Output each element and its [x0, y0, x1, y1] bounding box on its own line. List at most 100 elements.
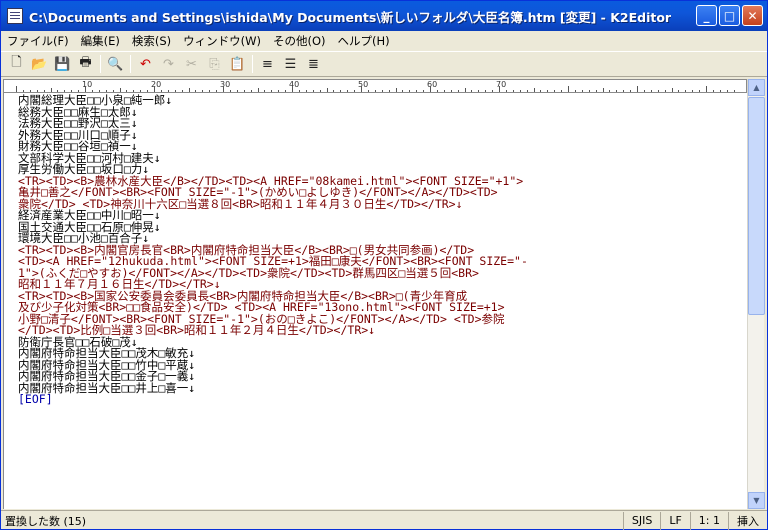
status-encoding: SJIS: [622, 511, 660, 530]
ruler-tick: [154, 86, 155, 92]
print-icon[interactable]: 🖶: [74, 53, 97, 75]
title-bar[interactable]: C:\Documents and Settings\ishida\My Docu…: [1, 1, 767, 31]
minimize-button[interactable]: _: [696, 5, 717, 26]
ruler-tick: [733, 90, 735, 92]
ruler-tick: [50, 88, 52, 92]
ruler-tick: [609, 90, 611, 92]
ruler-tick: [98, 90, 100, 92]
ruler-tick: [216, 90, 218, 92]
ruler-tick: [464, 88, 466, 92]
copy-icon[interactable]: ⎘: [203, 53, 226, 75]
ruler-tick: [126, 90, 128, 92]
ruler-tick: [133, 90, 135, 92]
vertical-scrollbar[interactable]: ▲ ▼: [747, 79, 765, 509]
undo-icon[interactable]: ↶: [134, 53, 157, 75]
ruler-tick: [664, 90, 666, 92]
ruler-tick: [209, 90, 211, 92]
ruler-tick: [450, 90, 452, 92]
ruler-label: 30: [220, 80, 231, 89]
ruler-tick: [533, 88, 535, 92]
cut-icon[interactable]: ✂: [180, 53, 203, 75]
ruler-tick: [547, 90, 549, 92]
ruler-tick: [160, 90, 162, 92]
ruler-tick: [16, 86, 17, 92]
ruler-tick: [374, 90, 376, 92]
ruler-tick: [250, 90, 252, 92]
ruler-tick: [347, 90, 349, 92]
ruler-tick: [436, 90, 438, 92]
ruler-tick: [340, 90, 342, 92]
menu-bar: ファイル(F) 編集(E) 検索(S) ウィンドウ(W) その他(O) ヘルプ(…: [1, 31, 767, 51]
ruler-tick: [588, 90, 590, 92]
status-newline: LF: [660, 511, 689, 530]
ruler-tick: [423, 90, 425, 92]
ruler-label: 40: [289, 80, 300, 89]
ruler-tick: [381, 90, 383, 92]
ruler-tick: [643, 90, 645, 92]
ruler-tick: [512, 90, 514, 92]
scroll-down-icon[interactable]: ▼: [748, 492, 765, 509]
ruler-tick: [195, 90, 197, 92]
align-center-icon[interactable]: ☰: [279, 53, 302, 75]
menu-window[interactable]: ウィンドウ(W): [177, 33, 267, 49]
menu-help[interactable]: ヘルプ(H): [332, 33, 396, 49]
scroll-up-icon[interactable]: ▲: [748, 79, 765, 96]
ruler-tick: [388, 90, 390, 92]
search-icon[interactable]: 🔍: [104, 53, 127, 75]
ruler-tick: [181, 90, 183, 92]
save-icon[interactable]: 💾: [51, 53, 74, 75]
ruler-tick: [91, 90, 93, 92]
ruler-tick: [457, 90, 459, 92]
ruler-tick: [712, 90, 714, 92]
status-bar: 置換した数 (15) SJIS LF 1: 1 挿入: [1, 510, 767, 530]
menu-search[interactable]: 検索(S): [126, 33, 177, 49]
align-left-icon[interactable]: ≡: [256, 53, 279, 75]
ruler-tick: [112, 90, 114, 92]
ruler-tick: [540, 90, 542, 92]
paste-icon[interactable]: 📋: [226, 53, 249, 75]
ruler-tick: [678, 90, 680, 92]
ruler-tick: [443, 90, 445, 92]
ruler-tick: [147, 90, 149, 92]
ruler-tick: [485, 90, 487, 92]
ruler-tick: [188, 88, 190, 92]
ruler-tick: [595, 90, 597, 92]
ruler-tick: [305, 90, 307, 92]
menu-other[interactable]: その他(O): [267, 33, 332, 49]
scroll-thumb[interactable]: [748, 97, 765, 315]
text-line: 内閣府特命担当大臣□□井上□喜一↓: [18, 380, 196, 395]
app-icon[interactable]: [7, 8, 23, 24]
ruler-tick: [36, 90, 38, 92]
ruler-tick: [616, 90, 618, 92]
toolbar: 🗋 📂 💾 🖶 🔍 ↶ ↷ ✂ ⎘ 📋 ≡ ☰ ≣: [1, 51, 767, 77]
ruler-tick: [22, 90, 24, 92]
align-right-icon[interactable]: ≣: [302, 53, 325, 75]
ruler-tick: [202, 90, 204, 92]
ruler-tick: [278, 90, 280, 92]
ruler-tick: [561, 90, 563, 92]
menu-edit[interactable]: 編集(E): [75, 33, 126, 49]
ruler-tick: [719, 90, 721, 92]
open-folder-icon[interactable]: 📂: [28, 53, 51, 75]
ruler-tick: [581, 90, 583, 92]
ruler-tick: [57, 90, 59, 92]
ruler-tick: [257, 88, 259, 92]
ruler-label: 20: [151, 80, 162, 89]
ruler-tick: [243, 90, 245, 92]
ruler-tick: [416, 90, 418, 92]
menu-file[interactable]: ファイル(F): [1, 33, 75, 49]
ruler-tick: [499, 86, 500, 92]
ruler-tick: [229, 90, 231, 92]
ruler-tick: [623, 90, 625, 92]
ruler-tick: [271, 90, 273, 92]
new-file-icon[interactable]: 🗋: [5, 53, 28, 75]
column-ruler[interactable]: 10 20 30 40 50 60 70: [3, 79, 747, 93]
redo-icon[interactable]: ↷: [157, 53, 180, 75]
close-button[interactable]: ✕: [742, 5, 763, 26]
ruler-tick: [568, 86, 569, 92]
ruler-tick: [292, 86, 293, 92]
maximize-button[interactable]: □: [719, 5, 740, 26]
text-area[interactable]: 内閣総理大臣□□小泉□純一郎↓ 総務大臣□□麻生□太郎↓ 法務大臣□□野沢□太三↓ 外…: [3, 93, 747, 509]
ruler-tick: [105, 90, 107, 92]
ruler-tick: [174, 90, 176, 92]
